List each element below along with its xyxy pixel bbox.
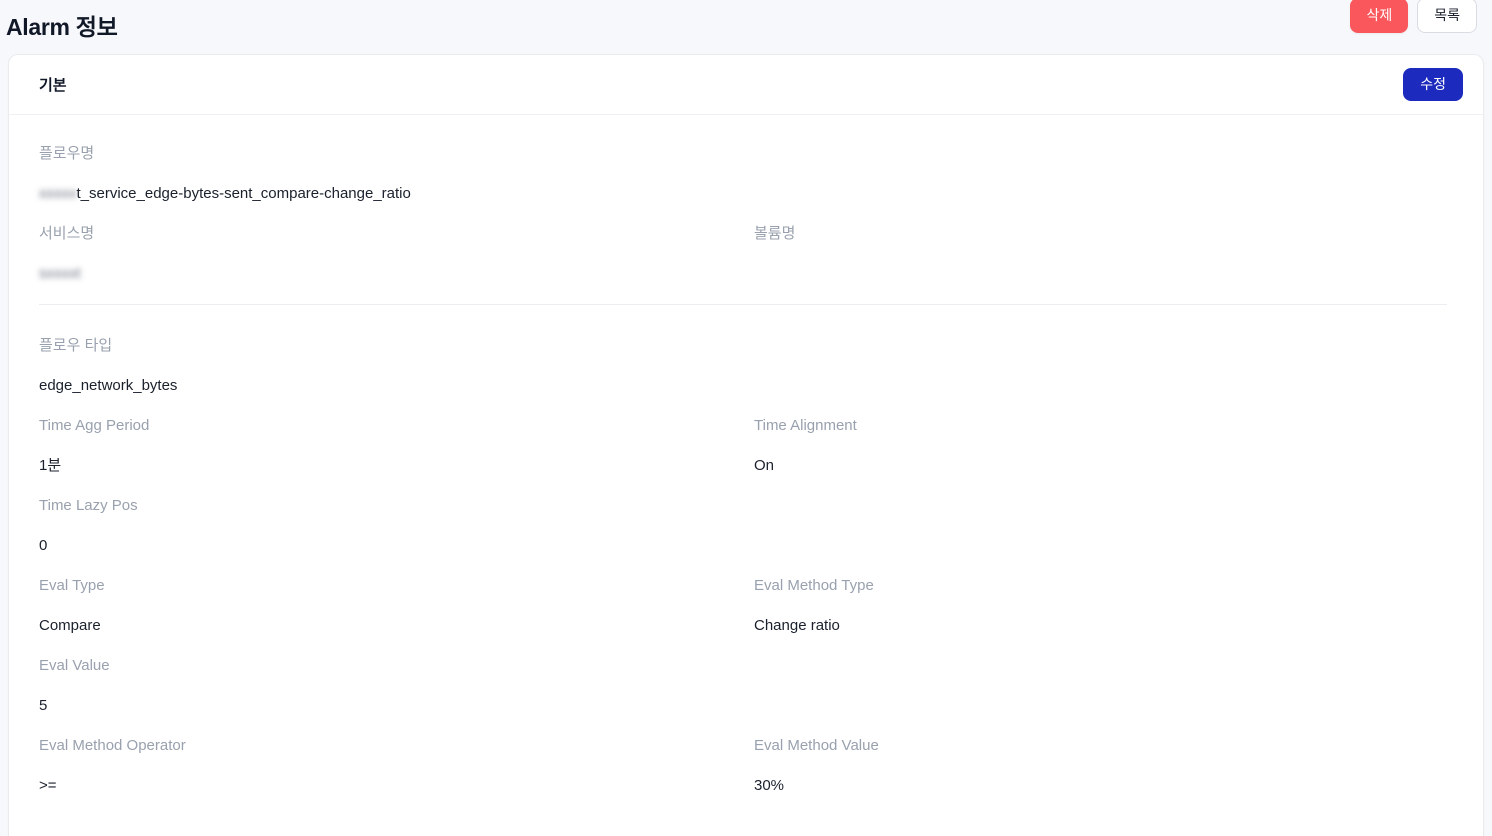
eval-method-operator-label: Eval Method Operator — [39, 737, 186, 754]
flow-type-value: edge_network_bytes — [39, 377, 178, 394]
field-eval-method-value: Eval Method Value 30% — [746, 735, 1461, 796]
eval-type-value: Compare — [39, 617, 101, 634]
time-alignment-label: Time Alignment — [754, 417, 857, 434]
list-button[interactable]: 목록 — [1417, 0, 1477, 33]
field-time-lazy-pos: Time Lazy Pos 0 — [31, 495, 746, 556]
top-actions: 삭제 목록 — [1350, 0, 1477, 33]
service-name-label: 서비스명 — [39, 225, 95, 242]
service-name-value: sxxxxt — [39, 263, 746, 284]
field-spacer — [746, 335, 1461, 396]
eval-type-label: Eval Type — [39, 577, 105, 594]
field-row: 서비스명 sxxxxt 볼륨명 — [31, 223, 1461, 303]
flow-name-label: 플로우명 — [39, 145, 95, 162]
flow-name-value-text: t_service_edge-bytes-sent_compare-change… — [76, 185, 411, 202]
edit-button[interactable]: 수정 — [1403, 68, 1463, 101]
time-alignment-value: On — [754, 457, 775, 474]
section-title: 기본 — [39, 77, 67, 94]
basic-info-card: 기본 수정 플로우명 xxxxxt_service_edge-bytes-sen… — [8, 54, 1484, 836]
time-lazy-pos-label: Time Lazy Pos — [39, 497, 138, 514]
field-row: 플로우 타입 edge_network_bytes — [31, 335, 1461, 415]
page-title: Alarm 정보 — [6, 14, 118, 40]
field-eval-method-operator: Eval Method Operator >= — [31, 735, 746, 796]
time-lazy-pos-value: 0 — [39, 537, 48, 554]
field-row: Eval Method Operator >= Eval Method Valu… — [31, 735, 1461, 815]
redacted-text: xxxxx — [39, 185, 77, 202]
field-eval-type: Eval Type Compare — [31, 575, 746, 636]
volume-name-label: 볼륨명 — [754, 225, 796, 242]
field-row: Eval Type Compare Eval Method Type Chang… — [31, 575, 1461, 655]
eval-method-value-value: 30% — [754, 777, 785, 794]
field-flow-type: 플로우 타입 edge_network_bytes — [31, 335, 746, 396]
eval-value-label: Eval Value — [39, 657, 110, 674]
eval-value-value: 5 — [39, 697, 48, 714]
field-row: Time Lazy Pos 0 — [31, 495, 1461, 575]
field-row: Time Agg Period 1분 Time Alignment On — [31, 415, 1461, 495]
field-flow-name: 플로우명 xxxxxt_service_edge-bytes-sent_comp… — [31, 143, 746, 204]
field-spacer — [746, 495, 1461, 556]
time-agg-period-value: 1분 — [39, 457, 62, 474]
eval-method-type-label: Eval Method Type — [754, 577, 874, 594]
card-header: 기본 수정 — [9, 55, 1483, 115]
time-agg-period-label: Time Agg Period — [39, 417, 150, 434]
field-row: 플로우명 xxxxxt_service_edge-bytes-sent_comp… — [31, 143, 1461, 223]
section-divider — [39, 304, 1447, 305]
field-time-agg-period: Time Agg Period 1분 — [31, 415, 746, 476]
volume-name-value — [754, 263, 1461, 284]
flow-name-value: xxxxxt_service_edge-bytes-sent_compare-c… — [39, 183, 746, 204]
top-bar: Alarm 정보 삭제 목록 — [0, 0, 1492, 54]
field-spacer — [746, 143, 1461, 204]
field-volume-name: 볼륨명 — [746, 223, 1461, 284]
redacted-text: sxxxxt — [39, 265, 81, 282]
field-spacer — [746, 655, 1461, 716]
eval-method-operator-value: >= — [39, 777, 57, 794]
eval-method-value-label: Eval Method Value — [754, 737, 879, 754]
field-eval-method-type: Eval Method Type Change ratio — [746, 575, 1461, 636]
field-time-alignment: Time Alignment On — [746, 415, 1461, 476]
eval-method-type-value: Change ratio — [754, 617, 840, 634]
delete-button[interactable]: 삭제 — [1350, 0, 1409, 33]
field-row: Eval Value 5 — [31, 655, 1461, 735]
field-eval-value: Eval Value 5 — [31, 655, 746, 716]
flow-type-label: 플로우 타입 — [39, 337, 113, 354]
field-service-name: 서비스명 sxxxxt — [31, 223, 746, 284]
card-body: 플로우명 xxxxxt_service_edge-bytes-sent_comp… — [9, 115, 1483, 836]
